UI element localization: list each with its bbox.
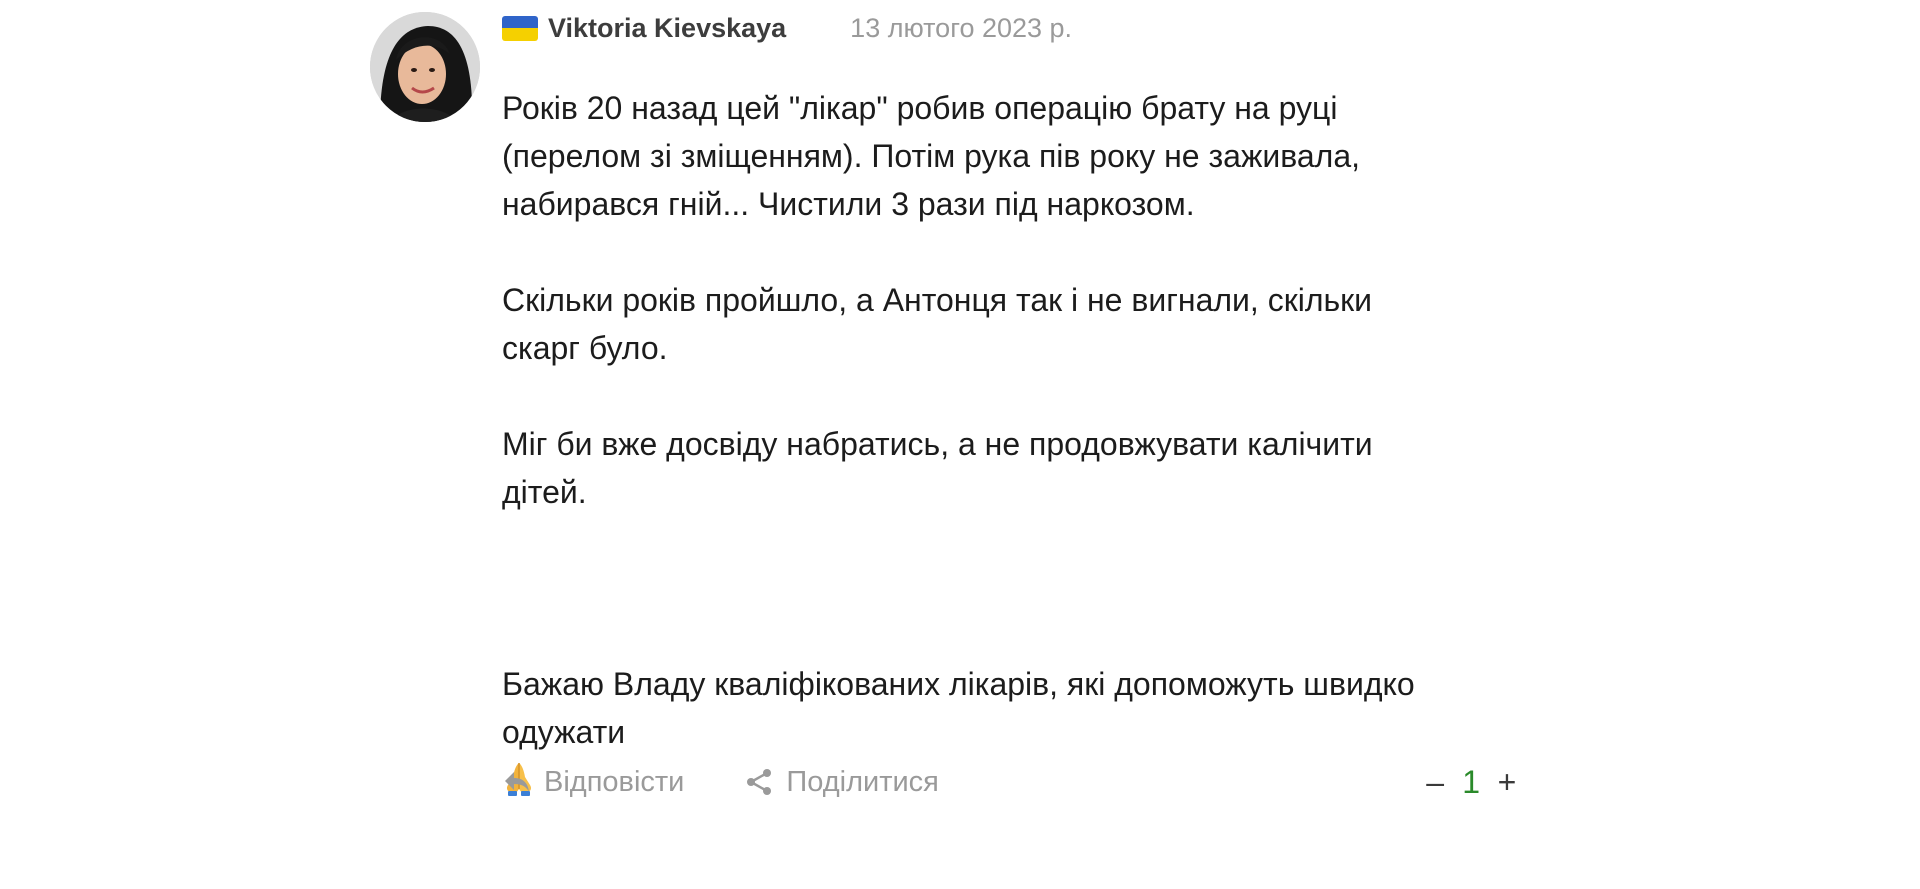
comment-paragraph-1: Років 20 назад цей "лікар" робив операці…	[502, 90, 1361, 222]
ukraine-flag-icon	[502, 15, 538, 41]
reply-icon	[502, 767, 532, 797]
reply-label: Відповісти	[544, 765, 685, 798]
share-label: Поділитися	[786, 765, 939, 798]
avatar[interactable]	[370, 12, 480, 122]
reply-button[interactable]: Відповісти	[502, 766, 684, 799]
author-name[interactable]: Viktoria Kievskaya	[548, 13, 786, 44]
comment-paragraph-3: Міг би вже досвіду набратись, а не продо…	[502, 426, 1373, 510]
upvote-button[interactable]: +	[1492, 764, 1522, 801]
comment-date: 13 лютого 2023 р.	[850, 12, 1073, 43]
comment-text: Років 20 назад цей "лікар" робив операці…	[502, 84, 1522, 804]
flag-blue-stripe	[502, 15, 538, 28]
share-icon	[744, 767, 774, 797]
comment-header: Viktoria Kievskaya 13 лютого 2023 р.	[502, 10, 1522, 46]
flag-yellow-stripe	[502, 28, 538, 41]
avatar-image	[370, 12, 480, 122]
vote-score: 1	[1462, 763, 1480, 800]
comment-paragraph-2: Скільки років пройшло, а Антонця так і н…	[502, 282, 1373, 366]
share-button[interactable]: Поділитися	[744, 766, 939, 799]
vote-controls: – 1 +	[1420, 762, 1522, 802]
comment-paragraph-4-text: Бажаю Владу кваліфікованих лікарів, які …	[502, 666, 1415, 750]
comment-actions: Відповісти Поділитися – 1 +	[502, 762, 1522, 802]
downvote-button[interactable]: –	[1420, 764, 1450, 801]
